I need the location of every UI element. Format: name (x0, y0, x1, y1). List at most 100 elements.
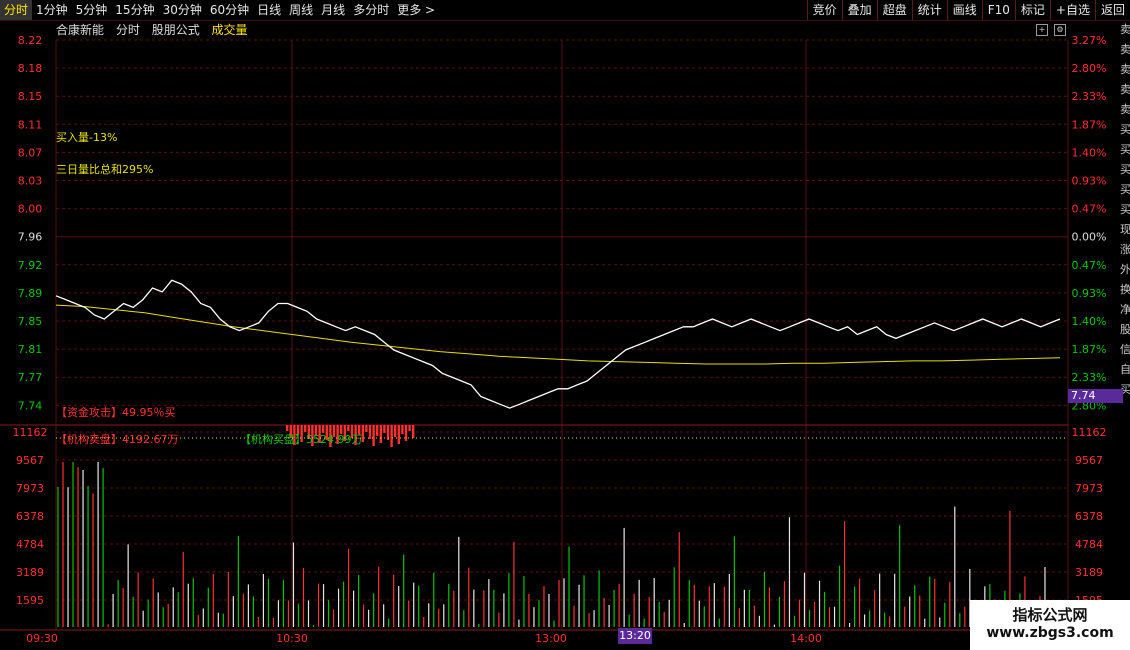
three-day-annotation: 三日量比总和295% (56, 162, 153, 176)
tool-buttons: 竞价 叠加 超盘 统计 画线 F10 标记 +自选 返回 (806, 0, 1130, 20)
price-tick-label: 7.92 (18, 259, 43, 272)
avg-price-line (55, 304, 1061, 365)
pct-tick-label: 1.40% (1072, 146, 1107, 159)
pct-tick-label: 3.27% (1072, 34, 1107, 47)
volume-tick-label-right: 3189 (1075, 566, 1103, 579)
volume-tick-label: 1595 (16, 594, 44, 607)
tab-2[interactable]: 5分钟 (72, 0, 112, 20)
current-price-tag: 7.74 (1068, 389, 1123, 403)
pct-tick-label: 2.80% (1072, 62, 1107, 75)
watermark-title: 指标公式网 (1012, 606, 1088, 624)
price-tick-label: 8.07 (18, 146, 43, 159)
price-tick-label: 8.22 (18, 34, 43, 47)
side-trade-column: 卖卖卖卖卖买买买买买现涨外换净股信自买 (1120, 20, 1130, 650)
volume-tick-label-right: 11162 (1072, 426, 1107, 439)
inst-sell-annotation: 【机构卖盘】4192.67万 (56, 432, 179, 446)
tab-10[interactable]: 更多 > (393, 0, 439, 20)
tool-button-6[interactable]: 标记 (1014, 0, 1050, 20)
flow-bar (365, 425, 368, 432)
volume-tick-label-right: 9567 (1075, 454, 1103, 467)
tab-8[interactable]: 月线 (317, 0, 349, 20)
flow-bar (368, 425, 372, 439)
tool-button-7[interactable]: +自选 (1049, 0, 1095, 20)
side-label-0: 卖 (1120, 23, 1130, 36)
flow-bar (394, 425, 397, 437)
flow-bar (304, 425, 307, 432)
flow-bar (390, 425, 393, 447)
side-label-8: 买 (1120, 183, 1130, 196)
volume-tick-label: 6378 (16, 510, 44, 523)
tool-button-0[interactable]: 竞价 (806, 0, 842, 20)
price-tick-label: 8.15 (18, 90, 43, 103)
pct-tick-label: 2.33% (1072, 371, 1107, 384)
price-tick-label: 8.03 (18, 175, 43, 188)
price-tick-label: 7.77 (18, 371, 43, 384)
volume-tick-label: 11162 (13, 426, 48, 439)
tab-9[interactable]: 多分时 (349, 0, 393, 20)
tab-3[interactable]: 15分钟 (111, 0, 158, 20)
price-tick-label: 7.96 (18, 231, 43, 244)
buy-in-annotation: 买入量-13% (56, 131, 117, 144)
tool-button-2[interactable]: 超盘 (876, 0, 912, 20)
tab-4[interactable]: 30分钟 (159, 0, 206, 20)
flow-bar (401, 425, 404, 434)
flow-bar (347, 425, 350, 431)
price-tick-label: 8.00 (18, 203, 43, 216)
pct-tick-label: 0.93% (1072, 175, 1107, 188)
tab-1[interactable]: 1分钟 (32, 0, 72, 20)
cursor-time-tag: 13:20 (618, 628, 652, 644)
tab-5[interactable]: 60分钟 (206, 0, 253, 20)
watermark-logo: 指标公式网 www.zbgs3.com (970, 600, 1130, 650)
tool-button-4[interactable]: 画线 (946, 0, 982, 20)
tool-button-5[interactable]: F10 (981, 0, 1015, 20)
side-label-14: 净 (1120, 303, 1130, 316)
pct-tick-label: 0.47% (1072, 203, 1107, 216)
flow-bar (376, 425, 379, 436)
period-tabs: 分时 1分钟 5分钟 15分钟 30分钟 60分钟 日线 周线 月线 多分时 更多 > (0, 0, 439, 20)
tool-button-3[interactable]: 统计 (911, 0, 947, 20)
tab-6[interactable]: 日线 (253, 0, 285, 20)
time-tick-label: 14:00 (790, 632, 822, 645)
side-label-12: 外 (1120, 263, 1130, 276)
tool-button-1[interactable]: 叠加 (841, 0, 877, 20)
flow-bar (412, 425, 415, 438)
side-label-16: 信 (1120, 343, 1130, 356)
price-tick-label: 7.85 (18, 315, 43, 328)
side-label-10: 现 (1120, 223, 1130, 236)
pct-tick-label: 0.47% (1072, 259, 1107, 272)
volume-tick-label-right: 7973 (1075, 482, 1103, 495)
volume-tick-label: 4784 (16, 538, 44, 551)
volume-tick-label-right: 6378 (1075, 510, 1103, 523)
attack-annotation: 【资金攻击】49.95％买 (56, 405, 176, 419)
flow-bar (408, 425, 411, 431)
flow-bar (397, 425, 400, 444)
flow-bar (322, 425, 325, 433)
volume-tick-label: 7973 (16, 482, 44, 495)
flow-bar (379, 425, 382, 443)
time-tick-label: 13:00 (535, 632, 567, 645)
side-label-13: 换 (1120, 283, 1130, 296)
flow-bar (383, 425, 386, 433)
pct-tick-label: 1.40% (1072, 315, 1107, 328)
intraday-chart[interactable]: 8.22 3.27% 8.18 2.80% 8.15 2.33% 8.11 1.87% 8.07… (0, 20, 1120, 650)
side-label-11: 涨 (1120, 243, 1130, 256)
flow-bar (404, 425, 408, 441)
side-label-1: 卖 (1120, 43, 1130, 56)
flow-bar (286, 425, 289, 431)
top-toolbar: 分时 1分钟 5分钟 15分钟 30分钟 60分钟 日线 周线 月线 多分时 更多 > 竞价 叠加 超盘… (0, 0, 1130, 21)
flow-bar (372, 425, 375, 446)
side-label-17: 自 (1120, 363, 1130, 376)
pct-tick-label: 0.00% (1072, 231, 1107, 244)
price-line (55, 279, 1061, 409)
side-label-3: 卖 (1120, 83, 1130, 96)
tool-button-8[interactable]: 返回 (1094, 0, 1130, 20)
pct-tick-label: 1.87% (1072, 343, 1107, 356)
side-label-15: 股 (1120, 323, 1130, 336)
price-tick-label: 7.74 (18, 399, 43, 412)
price-tick-label: 8.11 (18, 118, 43, 131)
inst-buy-annotation: 【机构买盘】5524.99万 (240, 432, 363, 446)
tab-7[interactable]: 周线 (285, 0, 317, 20)
volume-tick-label: 9567 (16, 454, 44, 467)
pct-tick-label: 2.33% (1072, 90, 1107, 103)
tab-0[interactable]: 分时 (0, 0, 33, 20)
